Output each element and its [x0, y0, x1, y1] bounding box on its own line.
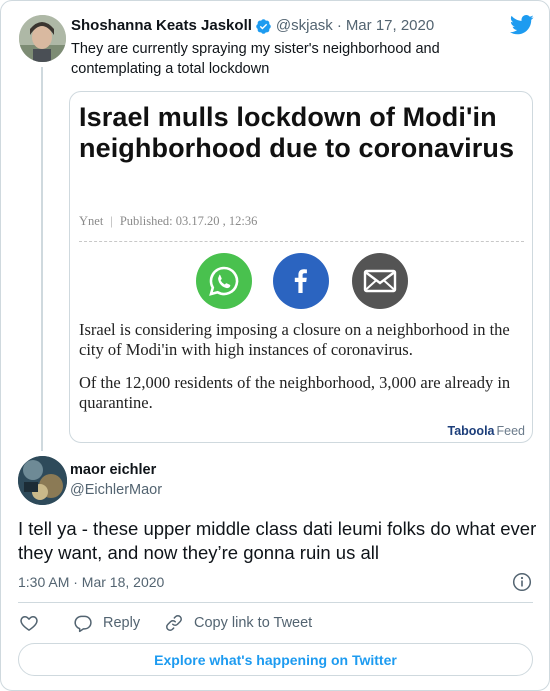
article-meta: Ynet | Published: 03.17.20 , 12:36 — [79, 214, 257, 229]
tweet-date[interactable]: Mar 17, 2020 — [346, 16, 434, 36]
article-title: Israel mulls lockdown of Modi'in neighbo… — [79, 102, 515, 163]
thread-connector — [41, 67, 43, 451]
taboola-feed-label: Feed — [496, 424, 526, 438]
tweet-timestamp[interactable]: 1:30 AM · Mar 18, 2020 — [18, 573, 164, 591]
taboola-feed-logo: Taboola Feed — [448, 424, 526, 438]
meta-separator: | — [110, 214, 113, 228]
reply-bubble-icon — [74, 615, 92, 633]
explore-twitter-button[interactable]: Explore what's happening on Twitter — [18, 643, 533, 676]
info-icon[interactable] — [512, 572, 532, 592]
taboola-brand: Taboola — [447, 424, 495, 438]
reply-author-name[interactable]: maor eichler — [70, 461, 156, 479]
reply-author-handle[interactable]: @EichlerMaor — [70, 481, 162, 499]
like-button[interactable] — [19, 612, 49, 634]
reply-button[interactable]: Reply — [73, 612, 140, 634]
reply-tweet-text: I tell ya - these upper middle class dat… — [18, 518, 537, 563]
twitter-bird-icon[interactable] — [510, 14, 534, 36]
article-paragraph: Israel is considering imposing a closure… — [79, 320, 510, 359]
parent-tweet-header: Shoshanna Keats Jaskoll @skjask · Mar 17… — [71, 16, 434, 36]
heart-icon — [20, 616, 38, 631]
copy-link-label: Copy link to Tweet — [194, 615, 313, 631]
avatar[interactable] — [19, 15, 66, 62]
dashed-divider — [79, 241, 524, 242]
whatsapp-icon — [196, 253, 252, 309]
article-published: Published: 03.17.20 , 12:36 — [119, 214, 258, 228]
parent-tweet-text: They are currently spraying my sister's … — [71, 41, 440, 77]
tweet-embed-card: Shoshanna Keats Jaskoll @skjask · Mar 17… — [0, 0, 550, 691]
separator-dot: · — [336, 17, 342, 34]
copy-link-button[interactable]: Copy link to Tweet — [164, 612, 312, 634]
verified-badge-icon — [256, 18, 271, 34]
link-icon — [166, 615, 182, 631]
facebook-icon — [273, 253, 329, 309]
reply-label: Reply — [103, 615, 141, 631]
article-screenshot[interactable]: Israel mulls lockdown of Modi'in neighbo… — [69, 91, 533, 443]
avatar[interactable] — [18, 456, 67, 505]
article-paragraph: Of the 12,000 residents of the neighborh… — [79, 373, 511, 412]
divider — [18, 602, 533, 603]
author-handle[interactable]: @skjask — [276, 16, 333, 36]
author-name[interactable]: Shoshanna Keats Jaskoll — [71, 16, 252, 36]
article-source: Ynet — [79, 214, 104, 228]
email-icon — [352, 253, 408, 309]
